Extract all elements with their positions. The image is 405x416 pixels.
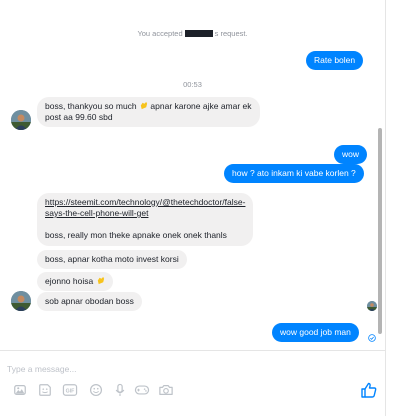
contact-avatar-image <box>11 291 31 311</box>
panel-divider <box>385 0 386 416</box>
clap-emoji-icon <box>96 276 105 286</box>
notice-text-before: You accepted <box>137 29 183 38</box>
message-incoming[interactable]: boss, apnar kotha moto invest korsi <box>37 250 187 269</box>
contact-avatar[interactable] <box>11 291 31 311</box>
photo-icon[interactable] <box>12 382 28 398</box>
sent-check-icon <box>368 334 376 342</box>
redacted-name <box>184 30 213 37</box>
request-accepted-notice: You accepted s request. <box>0 29 385 38</box>
shared-link[interactable]: says-the-cell-phone-will-get <box>45 208 245 219</box>
contact-avatar[interactable] <box>11 110 31 130</box>
message-text: boss, really mon theke apnake onek onek … <box>45 230 227 240</box>
message-text: apnar karone ajke amar ek <box>150 101 252 111</box>
clap-emoji-icon <box>139 101 148 111</box>
seen-by-avatar <box>367 301 377 311</box>
gif-icon[interactable]: GIF <box>62 382 78 398</box>
scrollbar-thumb[interactable] <box>378 128 382 334</box>
composer-divider <box>0 350 385 351</box>
svg-text:GIF: GIF <box>66 389 76 395</box>
like-icon[interactable] <box>360 381 378 399</box>
game-controller-icon[interactable] <box>134 382 150 398</box>
message-text: ejonno hoisa <box>45 276 94 286</box>
microphone-icon[interactable] <box>112 382 128 398</box>
sticker-icon[interactable] <box>37 382 53 398</box>
message-outgoing[interactable]: how ? ato inkam ki vabe korlen ? <box>224 164 364 183</box>
notice-text-after: s request. <box>214 29 248 38</box>
message-outgoing[interactable]: wow good job man <box>272 323 359 342</box>
message-text: boss, thankyou so much <box>45 101 137 111</box>
emoji-icon[interactable] <box>88 382 104 398</box>
conversation-view: You accepted s request. Rate bolen 00:53 … <box>0 0 395 345</box>
shared-link[interactable]: https://steemit.com/technology/@thetechd… <box>45 197 245 208</box>
message-text: post aa 99.60 sbd <box>45 112 113 122</box>
message-outgoing[interactable]: Rate bolen <box>306 51 364 70</box>
contact-avatar-image <box>11 110 31 130</box>
message-timestamp: 00:53 <box>183 80 202 89</box>
message-incoming[interactable]: sob apnar obodan boss <box>37 292 142 311</box>
message-input[interactable] <box>7 362 307 376</box>
message-incoming[interactable]: boss, thankyou so much apnar karone ajke… <box>37 97 260 127</box>
camera-icon[interactable] <box>158 382 174 398</box>
message-incoming-link[interactable]: https://steemit.com/technology/@thetechd… <box>37 193 254 246</box>
message-incoming[interactable]: ejonno hoisa <box>37 272 113 291</box>
message-outgoing[interactable]: wow <box>334 145 368 164</box>
